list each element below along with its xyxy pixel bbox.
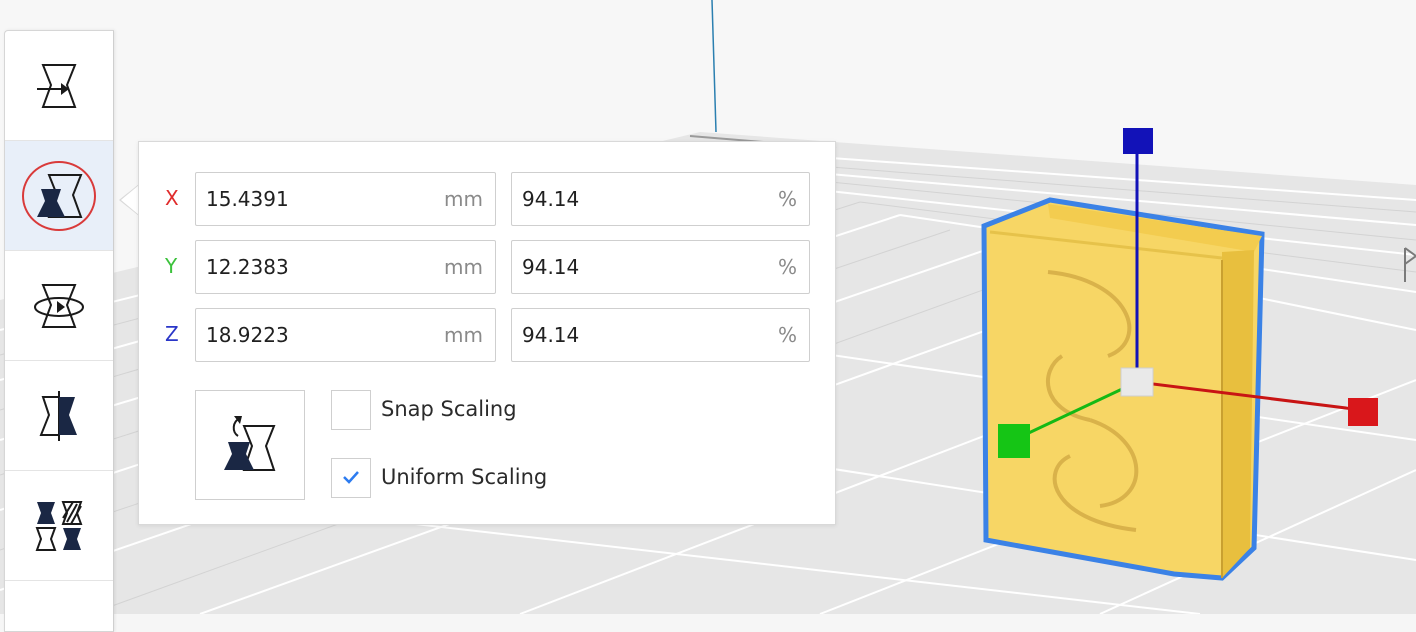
uniform-scaling-label[interactable]: Uniform Scaling	[381, 465, 547, 489]
x-scale-row: X 15.4391 mm 94.14 %	[139, 172, 837, 228]
z-axis-handle[interactable]	[1123, 128, 1153, 154]
y-size-input[interactable]: 12.2383 mm	[195, 240, 496, 294]
y-percent-unit: %	[777, 255, 797, 279]
z-size-input[interactable]: 18.9223 mm	[195, 308, 496, 362]
y-percent-value[interactable]: 94.14	[522, 255, 579, 279]
x-percent-input[interactable]: 94.14 %	[511, 172, 810, 226]
checkmark-icon	[342, 469, 360, 488]
x-axis-handle[interactable]	[1348, 398, 1378, 426]
snap-scaling-checkbox[interactable]	[331, 390, 371, 430]
snap-scaling-label[interactable]: Snap Scaling	[381, 397, 517, 421]
y-size-value[interactable]: 12.2383	[206, 255, 289, 279]
z-percent-unit: %	[777, 323, 797, 347]
x-size-value[interactable]: 15.4391	[206, 187, 289, 211]
x-percent-value[interactable]: 94.14	[522, 187, 579, 211]
uniform-scale-handle[interactable]	[1120, 367, 1154, 397]
reset-scale-button[interactable]	[195, 390, 305, 500]
z-axis-label: Z	[165, 322, 179, 346]
scale-tool-button[interactable]	[5, 141, 113, 251]
move-tool-button[interactable]	[5, 31, 113, 141]
rotate-icon	[31, 281, 87, 331]
tool-bar	[4, 30, 114, 632]
y-axis-label: Y	[165, 254, 178, 278]
z-scale-row: Z 18.9223 mm 94.14 %	[139, 308, 837, 364]
z-percent-input[interactable]: 94.14 %	[511, 308, 810, 362]
x-axis-label: X	[165, 186, 179, 210]
z-size-unit: mm	[444, 323, 483, 347]
x-percent-unit: %	[777, 187, 797, 211]
rotate-tool-button[interactable]	[5, 251, 113, 361]
scale-tool-panel: X 15.4391 mm 94.14 % Y 12.2383 mm 94.14 …	[138, 141, 836, 525]
y-percent-input[interactable]: 94.14 %	[511, 240, 810, 294]
per-model-settings-tool-button[interactable]	[5, 471, 113, 581]
z-size-value[interactable]: 18.9223	[206, 323, 289, 347]
z-percent-value[interactable]: 94.14	[522, 323, 579, 347]
reset-scale-icon	[220, 412, 280, 478]
move-icon	[31, 61, 87, 111]
x-size-unit: mm	[444, 187, 483, 211]
mirror-tool-button[interactable]	[5, 361, 113, 471]
active-tool-highlight	[22, 161, 96, 231]
uniform-scaling-checkbox[interactable]	[331, 458, 371, 498]
x-size-input[interactable]: 15.4391 mm	[195, 172, 496, 226]
mirror-icon	[31, 389, 87, 443]
y-size-unit: mm	[444, 255, 483, 279]
per-model-settings-icon	[31, 500, 87, 552]
y-axis-handle[interactable]	[998, 424, 1030, 458]
y-scale-row: Y 12.2383 mm 94.14 %	[139, 240, 837, 296]
